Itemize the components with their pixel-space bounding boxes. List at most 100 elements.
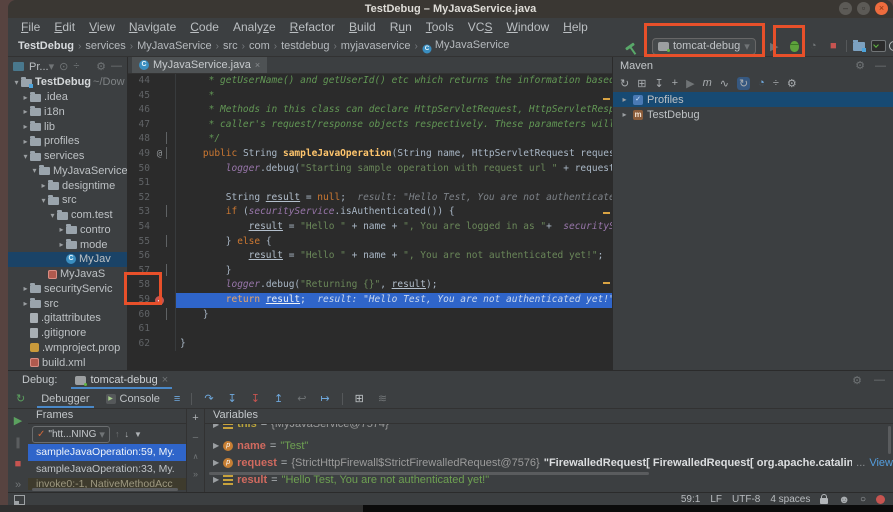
thread-selector[interactable]: ✓ "htt...NING ▾ xyxy=(32,426,110,443)
project-tree-item[interactable]: ▾com.test xyxy=(8,208,127,223)
maven-skip-tests-icon[interactable]: ↻ xyxy=(737,77,750,90)
code-text[interactable] xyxy=(175,176,612,191)
toolwindow-switcher-icon[interactable] xyxy=(14,495,25,505)
project-tree-item[interactable]: .wmproject.prop xyxy=(8,341,127,356)
wrench-icon[interactable]: ⚙ xyxy=(787,77,797,90)
gutter-annotation[interactable] xyxy=(153,308,166,323)
code-line[interactable]: 58 logger.debug("Returning {}", result); xyxy=(128,278,612,293)
menu-run[interactable]: Run xyxy=(383,20,419,34)
maven-tree-item[interactable]: ▸✓Profiles xyxy=(613,92,893,107)
code-line[interactable]: 55 } else { xyxy=(128,235,612,250)
code-line[interactable]: 59✓ return result; result: "Hello Test, … xyxy=(128,293,612,308)
code-line[interactable]: 45 * xyxy=(128,89,612,104)
fold-gutter[interactable] xyxy=(166,293,175,308)
expand-arrow-icon[interactable]: ▶ xyxy=(213,424,219,429)
maven-add-icon[interactable]: + xyxy=(672,77,678,89)
gutter-annotation[interactable] xyxy=(153,220,166,235)
mute-breakpoints-icon[interactable]: ≋ xyxy=(378,392,387,405)
maven-refresh-icon[interactable]: ↻ xyxy=(620,77,629,90)
code-line[interactable]: 61 xyxy=(128,322,612,337)
stop-button[interactable]: ■ xyxy=(830,36,837,56)
fold-gutter[interactable] xyxy=(166,337,175,352)
tree-arrow-icon[interactable]: ▾ xyxy=(30,166,39,175)
gutter-annotation[interactable] xyxy=(153,191,166,206)
run-to-cursor-icon[interactable]: ↦ xyxy=(320,392,329,405)
code-text[interactable]: return result; result: "Hello Test, You … xyxy=(175,293,612,308)
maven-download-icon[interactable]: ↧ xyxy=(654,77,663,90)
fold-gutter[interactable] xyxy=(166,132,175,147)
code-line[interactable]: 62} xyxy=(128,337,612,352)
menu-edit[interactable]: Edit xyxy=(47,20,82,34)
project-tree-item[interactable]: ▸designtime xyxy=(8,178,127,193)
code-line[interactable]: 47 * caller's request/response objects r… xyxy=(128,118,612,133)
code-line[interactable]: 56 result = "Hello " + name + ", You are… xyxy=(128,249,612,264)
code-text[interactable]: if (securityService.isAuthenticated()) { xyxy=(175,205,612,220)
view-link[interactable]: View xyxy=(869,457,893,469)
lock-icon[interactable] xyxy=(820,498,828,504)
hector-icon[interactable]: ☻ xyxy=(838,494,850,506)
breadcrumb-item[interactable]: TestDebug xyxy=(18,40,74,52)
tree-arrow-icon[interactable]: ▾ xyxy=(12,78,21,87)
variable-row[interactable]: ▶prequest={StrictHttpFirewall$StrictFire… xyxy=(205,454,893,471)
menu-view[interactable]: View xyxy=(82,20,122,34)
fold-gutter[interactable] xyxy=(166,322,175,337)
hide-panel-icon[interactable]: — xyxy=(111,60,122,72)
menu-help[interactable]: Help xyxy=(556,20,595,34)
code-line[interactable]: 44 * getUserName() and getUserId() etc w… xyxy=(128,74,612,89)
project-tree-item[interactable]: .gitignore xyxy=(8,326,127,341)
step-into-icon[interactable]: ↧ xyxy=(228,392,237,405)
code-text[interactable] xyxy=(175,322,612,337)
code-text[interactable]: * getUserName() and getUserId() etc whic… xyxy=(175,74,612,89)
project-tree-item[interactable]: .gitattributes xyxy=(8,311,127,326)
code-text[interactable]: logger.debug("Starting sample operation … xyxy=(175,162,612,177)
gutter-annotation[interactable] xyxy=(153,103,166,118)
force-step-into-icon[interactable]: ↧ xyxy=(251,392,260,405)
breadcrumb-item[interactable]: CMyJavaService xyxy=(422,39,510,54)
gutter-annotation[interactable] xyxy=(153,118,166,133)
code-line[interactable]: 51 xyxy=(128,176,612,191)
gutter-annotation[interactable] xyxy=(153,235,166,250)
project-tree-item[interactable]: ▸i18n xyxy=(8,105,127,120)
maven-generate-sources-icon[interactable]: ⊞ xyxy=(637,77,646,90)
step-over-icon[interactable]: ↷ xyxy=(204,392,213,405)
code-text[interactable]: result = "Hello " + name + ", You are lo… xyxy=(175,220,612,235)
gutter-annotation[interactable] xyxy=(153,337,166,352)
code-line[interactable]: 50 logger.debug("Starting sample operati… xyxy=(128,162,612,177)
code-line[interactable]: 53 if (securityService.isAuthenticated()… xyxy=(128,205,612,220)
gear-icon[interactable]: ⚙ xyxy=(96,60,106,73)
project-tree-item[interactable]: CMyJav xyxy=(8,252,127,267)
project-tree-item[interactable]: ▸contro xyxy=(8,223,127,238)
tab-console[interactable]: ▶ Console xyxy=(98,389,168,408)
rerun-icon[interactable]: ↻ xyxy=(16,392,25,405)
pause-icon[interactable]: ∥ xyxy=(15,436,21,449)
project-tree-item[interactable]: ▾src xyxy=(8,193,127,208)
filter-funnel-icon[interactable]: ▼ xyxy=(134,430,142,439)
gutter-annotation[interactable] xyxy=(153,89,166,104)
remove-watch-icon[interactable]: − xyxy=(192,432,198,444)
profiler-button[interactable]: ◔ xyxy=(810,36,817,56)
menu-analyze[interactable]: Analyze xyxy=(226,20,283,34)
gutter-annotation[interactable] xyxy=(153,74,166,89)
menu-window[interactable]: Window xyxy=(499,20,556,34)
menu-vcs[interactable]: VCS xyxy=(461,20,500,34)
menu-build[interactable]: Build xyxy=(342,20,383,34)
maven-settings-icon[interactable]: ◔ xyxy=(758,77,765,89)
breadcrumb-item[interactable]: src xyxy=(223,40,238,52)
more-icon[interactable]: » xyxy=(193,469,198,479)
tree-arrow-icon[interactable]: ▾ xyxy=(39,196,48,205)
fold-gutter[interactable] xyxy=(166,162,175,177)
status-item[interactable]: UTF-8 xyxy=(732,494,760,505)
fold-gutter[interactable] xyxy=(166,147,175,162)
notification-circle-icon[interactable]: ○ xyxy=(860,494,866,505)
project-tree-item[interactable]: ▸src xyxy=(8,296,127,311)
fold-gutter[interactable] xyxy=(166,249,175,264)
debug-session-tab[interactable]: tomcat-debug × xyxy=(71,371,172,389)
maven-collapse-icon[interactable]: ÷ xyxy=(773,77,779,89)
tree-arrow-icon[interactable]: ▸ xyxy=(39,181,48,190)
tree-arrow-icon[interactable]: ▸ xyxy=(21,122,30,131)
fold-gutter[interactable] xyxy=(166,205,175,220)
code-text[interactable]: logger.debug("Returning {}", result); xyxy=(175,278,612,293)
frame-down-icon[interactable]: ↓ xyxy=(124,429,129,439)
menu-tools[interactable]: Tools xyxy=(419,20,461,34)
terminal-button[interactable] xyxy=(871,36,886,56)
